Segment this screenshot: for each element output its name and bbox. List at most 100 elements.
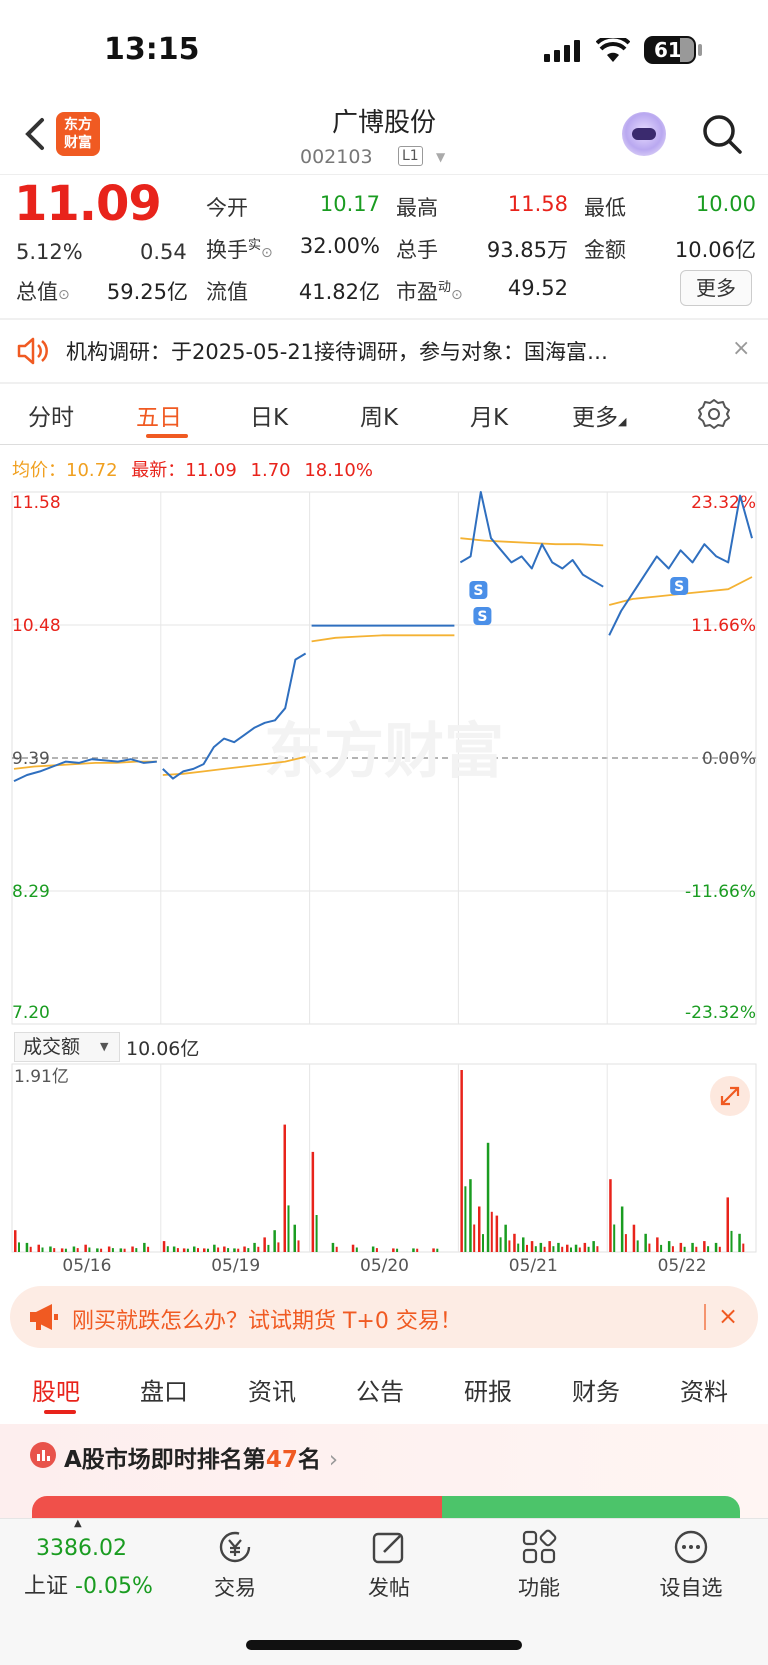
volume-bar — [460, 1070, 463, 1252]
chevron-down-icon[interactable]: ▼ — [436, 150, 445, 164]
volume-bar — [495, 1215, 499, 1252]
volume-bar — [464, 1186, 467, 1252]
stock-code: 002103 — [300, 146, 373, 168]
value-float-cap: 41.82亿 — [298, 280, 380, 304]
tab-finance[interactable]: 财务 — [572, 1372, 620, 1407]
search-icon[interactable] — [700, 112, 744, 156]
volume-bar — [566, 1244, 569, 1252]
tab-news[interactable]: 资讯 — [248, 1372, 296, 1407]
volume-bar — [176, 1248, 179, 1252]
signal-icon — [544, 40, 580, 62]
tab-order-book[interactable]: 盘口 — [140, 1372, 188, 1407]
tab-announcements[interactable]: 公告 — [356, 1372, 404, 1407]
y-label-right: -23.32% — [685, 1003, 756, 1023]
value-amount: 10.06亿 — [674, 238, 756, 262]
y-label-right: -11.66% — [685, 882, 756, 902]
volume-bar — [60, 1248, 64, 1252]
wifi-icon — [596, 38, 630, 62]
volume-bar — [277, 1242, 280, 1252]
market-rank[interactable]: A股市场即时排名第47名 › — [64, 1440, 338, 1474]
notice-text[interactable]: 机构调研：于2025-05-21接待调研，参与对象：国海富… — [66, 336, 608, 366]
info-icon[interactable]: ⊙ — [451, 287, 463, 303]
date-label: 05/20 — [360, 1256, 409, 1276]
tab-five-day[interactable]: 五日 — [136, 398, 182, 432]
tab-intraday[interactable]: 分时 — [28, 398, 74, 432]
volume-bar — [656, 1237, 659, 1252]
volume-bar — [632, 1224, 636, 1252]
close-icon[interactable]: × — [718, 1302, 738, 1330]
label-high: 最高 — [396, 196, 438, 220]
index-value[interactable]: 3386.02 — [36, 1536, 127, 1561]
chevron-right-icon: › — [328, 1447, 339, 1473]
volume-bar — [297, 1240, 300, 1252]
nav-functions[interactable]: 功能 — [494, 1528, 584, 1602]
value-pe: 49.52 — [507, 276, 568, 300]
volume-bar — [147, 1246, 150, 1252]
volume-bar — [539, 1242, 543, 1252]
sell-marker-label: S — [473, 583, 483, 599]
value-open: 10.17 — [319, 192, 380, 216]
volume-bar — [123, 1248, 126, 1252]
info-icon[interactable]: ⊙ — [261, 245, 273, 261]
volume-bar — [683, 1246, 686, 1252]
expand-icon[interactable] — [710, 1076, 750, 1116]
volume-bar — [217, 1247, 220, 1252]
volume-bar — [25, 1242, 29, 1252]
tab-profile[interactable]: 资料 — [680, 1372, 728, 1407]
sell-marker-label: S — [477, 609, 487, 625]
volume-bar — [273, 1230, 276, 1252]
volume-bar — [548, 1241, 551, 1252]
label-turnover: 换手实⊙ — [206, 238, 273, 262]
volume-bar — [182, 1248, 186, 1252]
nav-add-watchlist[interactable]: 设自选 — [646, 1528, 736, 1602]
volume-bar — [738, 1233, 741, 1252]
volume-bar — [315, 1215, 318, 1252]
volume-bar — [412, 1248, 415, 1252]
volume-chart[interactable]: 1.91亿 — [0, 1062, 768, 1254]
grid-icon — [522, 1529, 557, 1564]
volume-bar — [648, 1243, 651, 1252]
volume-bar — [96, 1248, 99, 1252]
tab-guba[interactable]: 股吧 — [32, 1372, 80, 1407]
volume-bar — [371, 1246, 375, 1252]
volume-bar — [473, 1224, 476, 1252]
caret-down-icon[interactable]: ▼ — [100, 1040, 108, 1053]
volume-bar — [247, 1248, 250, 1252]
speaker-icon — [17, 337, 48, 365]
y-label-left: 11.58 — [12, 493, 61, 513]
promo-text[interactable]: 刚买就跌怎么办？试试期货 T+0 交易！ — [72, 1303, 462, 1335]
tab-more[interactable]: 更多◢ — [572, 398, 626, 432]
volume-bar — [53, 1248, 56, 1252]
tab-research[interactable]: 研报 — [464, 1372, 512, 1407]
volume-bar — [499, 1237, 502, 1252]
label-float-cap: 流值 — [206, 280, 248, 304]
nav-trade[interactable]: 交易 — [190, 1528, 280, 1602]
nav-post[interactable]: 发帖 — [344, 1528, 434, 1602]
label-amount: 金额 — [584, 238, 626, 262]
volume-bar — [243, 1246, 246, 1252]
volume-bar — [707, 1246, 710, 1252]
y-label-left: 8.29 — [12, 882, 50, 902]
expand-up-icon[interactable]: ▲ — [74, 1518, 82, 1529]
edit-icon — [372, 1532, 404, 1564]
tab-weekly-k[interactable]: 周K — [360, 398, 398, 432]
volume-bar — [293, 1224, 296, 1252]
index-summary[interactable]: 上证 -0.05% — [24, 1568, 153, 1600]
volume-bar — [482, 1234, 484, 1252]
info-icon[interactable]: ⊙ — [58, 287, 70, 303]
five-day-price-chart[interactable]: 东方财富11.5810.489.398.297.2023.32%11.66%0.… — [0, 488, 768, 1028]
status-time: 13:15 — [104, 32, 200, 67]
more-button[interactable]: 更多 — [680, 270, 752, 306]
volume-bar — [557, 1242, 560, 1252]
volume-bar — [287, 1205, 290, 1252]
volume-bar — [718, 1246, 721, 1252]
gear-icon[interactable] — [698, 398, 730, 430]
volume-bar — [561, 1246, 564, 1252]
tab-daily-k[interactable]: 日K — [250, 398, 288, 432]
label-volume: 总手 — [396, 238, 438, 262]
value-high: 11.58 — [507, 192, 568, 216]
tab-monthly-k[interactable]: 月K — [470, 398, 508, 432]
change-percent: 5.12% — [16, 240, 83, 264]
y-label-left: 10.48 — [12, 616, 61, 636]
close-icon[interactable]: × — [732, 336, 750, 361]
